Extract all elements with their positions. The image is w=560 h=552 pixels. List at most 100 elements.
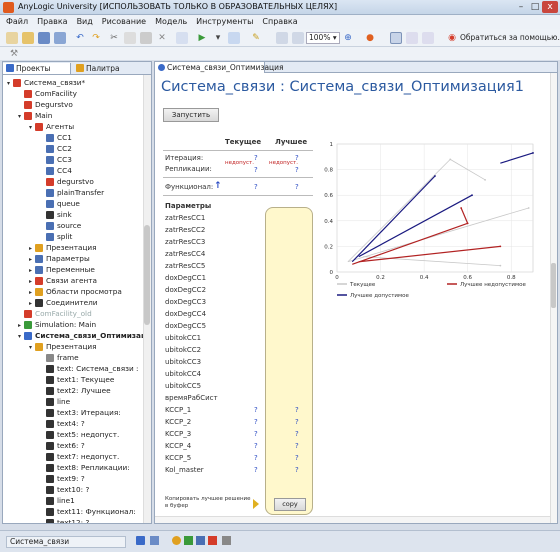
menu-item[interactable]: Справка xyxy=(256,15,300,26)
menu-item[interactable]: Правка xyxy=(31,15,70,26)
maximize-button[interactable]: □ xyxy=(528,1,542,13)
param-label: ubitokCC1 xyxy=(165,334,202,342)
tree-item[interactable]: ▾ Система_связи* xyxy=(7,77,85,88)
tree-item[interactable]: text1: Текущее xyxy=(40,374,114,385)
tree-item[interactable]: text5: недопуст. xyxy=(40,429,119,440)
paste-icon[interactable] xyxy=(140,32,152,44)
tree-item[interactable]: ▾ Система_связи_Оптимизац xyxy=(18,330,146,341)
secondary-toolbar: ⚒ xyxy=(0,47,560,60)
tree-item[interactable]: ▾ Агенты xyxy=(29,121,74,132)
tree-item[interactable]: CC1 xyxy=(40,132,72,143)
minimize-button[interactable]: – xyxy=(514,1,528,13)
tree-item-label: text8: Репликации: xyxy=(57,463,130,472)
snap-icon[interactable] xyxy=(422,32,434,44)
copy-icon[interactable] xyxy=(124,32,136,44)
menu-item[interactable]: Файл xyxy=(0,15,31,26)
tree-item[interactable]: text12: ? xyxy=(40,517,89,523)
tree-item[interactable]: text8: Репликации: xyxy=(40,462,130,473)
support-link[interactable]: Обратиться за помощью... xyxy=(460,33,560,42)
menu-item[interactable]: Модель xyxy=(149,15,190,26)
tree-item[interactable]: ▸ Связи агента xyxy=(29,275,97,286)
tree-item[interactable]: ▸ Области просмотра xyxy=(29,286,122,297)
tree-item[interactable]: sink xyxy=(40,209,72,220)
menu-item[interactable]: Рисование xyxy=(96,15,149,26)
zoom-area-icon[interactable] xyxy=(292,32,304,44)
status-icon-3[interactable] xyxy=(172,536,181,545)
tree-item[interactable]: ComFacility xyxy=(18,88,77,99)
best-params-panel xyxy=(265,207,313,515)
status-icon-7[interactable] xyxy=(222,536,231,545)
tree-item[interactable]: ▸ Переменные xyxy=(29,264,95,275)
tree-item[interactable]: ▸ Simulation: Main xyxy=(18,319,96,330)
tree-item[interactable]: ComFacility_old xyxy=(18,308,92,319)
layout-icon[interactable] xyxy=(390,32,402,44)
tab-optimization-label: Система_связи_Оптимизация xyxy=(167,63,284,72)
tree-item[interactable]: Degurstvo xyxy=(18,99,73,110)
tree-item[interactable]: text11: Функционал: xyxy=(40,506,136,517)
tree-item[interactable]: ▾ Main xyxy=(18,110,52,121)
tree-item[interactable]: degurstvo xyxy=(40,176,94,187)
copy-button[interactable]: copy xyxy=(274,498,306,511)
tree-scroll-thumb[interactable] xyxy=(144,225,150,325)
save-icon[interactable] xyxy=(38,32,50,44)
run-button[interactable]: Запустить xyxy=(163,108,219,122)
status-icon-1[interactable] xyxy=(136,536,145,545)
run-dropdown-icon[interactable]: ▾ xyxy=(212,32,224,44)
status-icon-4[interactable] xyxy=(184,536,193,545)
tree-item[interactable]: ▸ Параметры xyxy=(29,253,90,264)
tree-item[interactable]: CC3 xyxy=(40,154,72,165)
tree-item[interactable]: ▾ Презентация xyxy=(29,341,97,352)
delete-icon[interactable]: ✕ xyxy=(156,32,168,44)
cut-icon[interactable]: ✂ xyxy=(108,32,120,44)
status-icon-5[interactable] xyxy=(196,536,205,545)
tree-item-label: Соединители xyxy=(46,298,98,307)
tree-item[interactable]: text3: Итерация: xyxy=(40,407,121,418)
tree-item[interactable]: frame xyxy=(40,352,79,363)
status-icon-2[interactable] xyxy=(150,536,159,545)
debug-icon[interactable] xyxy=(228,32,240,44)
tree-item[interactable]: line xyxy=(40,396,70,407)
zoom-fit-icon[interactable] xyxy=(276,32,288,44)
support-icon[interactable]: ◉ xyxy=(446,32,458,44)
tree-item[interactable]: text2: Лучшее xyxy=(40,385,111,396)
close-button[interactable]: x xyxy=(542,1,558,13)
tree-item[interactable]: line1 xyxy=(40,495,75,506)
undo-icon[interactable]: ↶ xyxy=(74,32,86,44)
redo-icon[interactable]: ↷ xyxy=(90,32,102,44)
tree-item[interactable]: CC2 xyxy=(40,143,72,154)
tree-item[interactable]: queue xyxy=(40,198,80,209)
zoom-select[interactable]: 100% ▾ xyxy=(306,32,340,44)
location-icon[interactable]: ● xyxy=(364,32,376,44)
tree-item[interactable]: text10: ? xyxy=(40,484,89,495)
tree-scrollbar[interactable] xyxy=(143,75,151,523)
open-icon[interactable] xyxy=(22,32,34,44)
tree-item[interactable]: plainTransfer xyxy=(40,187,104,198)
editor-scrollbar[interactable] xyxy=(550,73,557,523)
copy-label: Копировать лучшее решение в буфер xyxy=(165,496,251,509)
build-icon[interactable] xyxy=(176,32,188,44)
status-icon-6[interactable] xyxy=(208,536,217,545)
tree-item[interactable]: text9: ? xyxy=(40,473,85,484)
pencil-icon[interactable]: ✎ xyxy=(250,32,262,44)
tree-item[interactable]: ▸ Презентация xyxy=(29,242,97,253)
tree-item[interactable]: ▸ Соединители xyxy=(29,297,98,308)
editor-scroll-thumb[interactable] xyxy=(551,263,556,308)
menu-item[interactable]: Вид xyxy=(71,15,96,26)
run-icon[interactable]: ▶ xyxy=(196,32,208,44)
tree-item[interactable]: CC4 xyxy=(40,165,72,176)
tree-item[interactable]: text6: ? xyxy=(40,440,85,451)
tree-item[interactable]: text: Система_связи : xyxy=(40,363,139,374)
tree-item[interactable]: source xyxy=(40,220,81,231)
editor-hscrollbar[interactable] xyxy=(155,516,550,523)
zoom-in-icon[interactable]: ⊕ xyxy=(342,32,354,44)
new-icon[interactable] xyxy=(6,32,18,44)
grid-icon[interactable] xyxy=(406,32,418,44)
tab-optimization[interactable]: Система_связи_Оптимизация xyxy=(155,62,284,73)
menu-item[interactable]: Инструменты xyxy=(190,15,256,26)
tree-item[interactable]: split xyxy=(40,231,72,242)
save-all-icon[interactable] xyxy=(54,32,66,44)
tree-item[interactable]: text4: ? xyxy=(40,418,85,429)
tree-item[interactable]: text7: недопуст. xyxy=(40,451,119,462)
param-best: ? xyxy=(295,406,299,414)
tool-icon[interactable]: ⚒ xyxy=(8,48,20,60)
